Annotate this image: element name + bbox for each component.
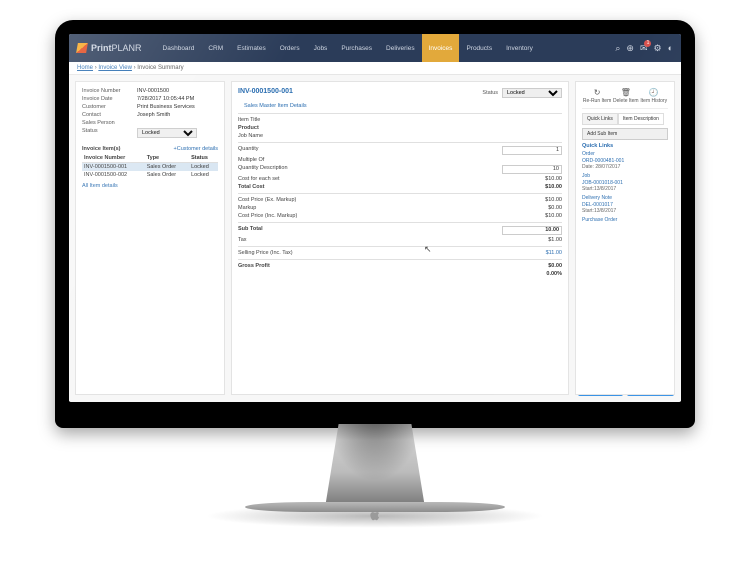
settings-icon[interactable]: ⚙: [653, 43, 661, 54]
brand-name: PrintPLANR: [91, 43, 142, 53]
table-row[interactable]: INV-0001500-001Sales OrderLocked: [82, 163, 218, 172]
top-nav-bar: PrintPLANR Dashboard CRM Estimates Order…: [69, 34, 681, 62]
trash-icon: 🗑: [621, 88, 631, 97]
invoice-summary-panel: Invoice NumberINV-0001500 Invoice Date7/…: [75, 81, 225, 395]
nav-inventory[interactable]: Inventory: [499, 34, 540, 62]
value-customer: Print Business Services: [137, 104, 218, 110]
quick-links-title: Quick Links: [582, 143, 668, 149]
breadcrumb: Home › Invoice View › Invoice Summary: [69, 62, 681, 75]
tab-quick-links[interactable]: Quick Links: [582, 113, 618, 125]
quick-links-panel: ↻Re-Run Item 🗑Delete Item 🕘Item History …: [575, 81, 675, 395]
quick-link-purchase-order[interactable]: Purchase Order: [582, 217, 668, 224]
tab-sales-master[interactable]: Sales Master Item Details: [238, 101, 313, 111]
nav-purchases[interactable]: Purchases: [334, 34, 379, 62]
nav-deliveries[interactable]: Deliveries: [379, 34, 422, 62]
breadcrumb-invoice-view[interactable]: Invoice View: [98, 65, 132, 71]
nav-estimates[interactable]: Estimates: [230, 34, 273, 62]
nav-dashboard[interactable]: Dashboard: [156, 34, 202, 62]
delete-item-button[interactable]: 🗑Delete Item: [613, 88, 639, 104]
label-status: Status: [82, 128, 137, 138]
tab-item-description[interactable]: Item Description: [618, 113, 664, 125]
main-nav: Dashboard CRM Estimates Orders Jobs Purc…: [156, 34, 540, 62]
label-invoice-number: Invoice Number: [82, 88, 137, 94]
item-status-select[interactable]: Locked: [502, 88, 562, 98]
label-sales-person: Sales Person: [82, 120, 137, 126]
value-sales-person: [137, 120, 218, 126]
mail-icon[interactable]: ✉: [640, 43, 648, 54]
nav-jobs[interactable]: Jobs: [307, 34, 335, 62]
breadcrumb-current: Invoice Summary: [137, 65, 183, 71]
brand-prefix: Print: [91, 43, 112, 53]
status-select[interactable]: Locked: [137, 128, 197, 138]
nav-products[interactable]: Products: [459, 34, 499, 62]
item-history-button[interactable]: 🕘Item History: [640, 88, 667, 104]
label-invoice-date: Invoice Date: [82, 96, 137, 102]
value-contact: Joseph Smith: [137, 112, 218, 118]
invoice-items-table: Invoice NumberTypeStatus INV-0001500-001…: [82, 154, 218, 179]
table-row[interactable]: INV-0001500-002Sales OrderLocked: [82, 171, 218, 179]
history-icon: 🕘: [649, 88, 659, 97]
rerun-item-button[interactable]: ↻Re-Run Item: [583, 88, 611, 104]
brand-suffix: PLANR: [112, 43, 142, 53]
refresh-icon: ↻: [594, 88, 601, 97]
nav-invoices[interactable]: Invoices: [422, 34, 460, 62]
value-invoice-number: INV-0001500: [137, 88, 218, 94]
subtotal-input[interactable]: 10.00: [502, 226, 562, 235]
invoice-items-header: Invoice Item(s): [82, 146, 121, 152]
user-avatar-icon[interactable]: ◐: [668, 43, 673, 53]
value-invoice-date: 7/28/2017 10:05:44 PM: [137, 96, 218, 102]
nav-orders[interactable]: Orders: [273, 34, 307, 62]
breadcrumb-home[interactable]: Home: [77, 65, 93, 71]
add-sub-item-button[interactable]: Add Sub Item: [582, 128, 668, 140]
search-icon[interactable]: ⌕: [615, 43, 620, 54]
qty-desc-input[interactable]: 10: [502, 165, 562, 174]
brand-logo-icon: [76, 43, 88, 53]
label-contact: Contact: [82, 112, 137, 118]
invoice-item-detail-panel: INV-0001500-001 Status Locked Sales Mast…: [231, 81, 569, 395]
customer-details-link[interactable]: +Customer details: [174, 146, 218, 152]
add-icon[interactable]: ⊕: [626, 43, 634, 54]
all-item-details-link[interactable]: All Item details: [82, 183, 218, 189]
item-status-label: Status: [482, 90, 498, 96]
quantity-input[interactable]: 1: [502, 146, 562, 155]
nav-crm[interactable]: CRM: [201, 34, 230, 62]
label-customer: Customer: [82, 104, 137, 110]
